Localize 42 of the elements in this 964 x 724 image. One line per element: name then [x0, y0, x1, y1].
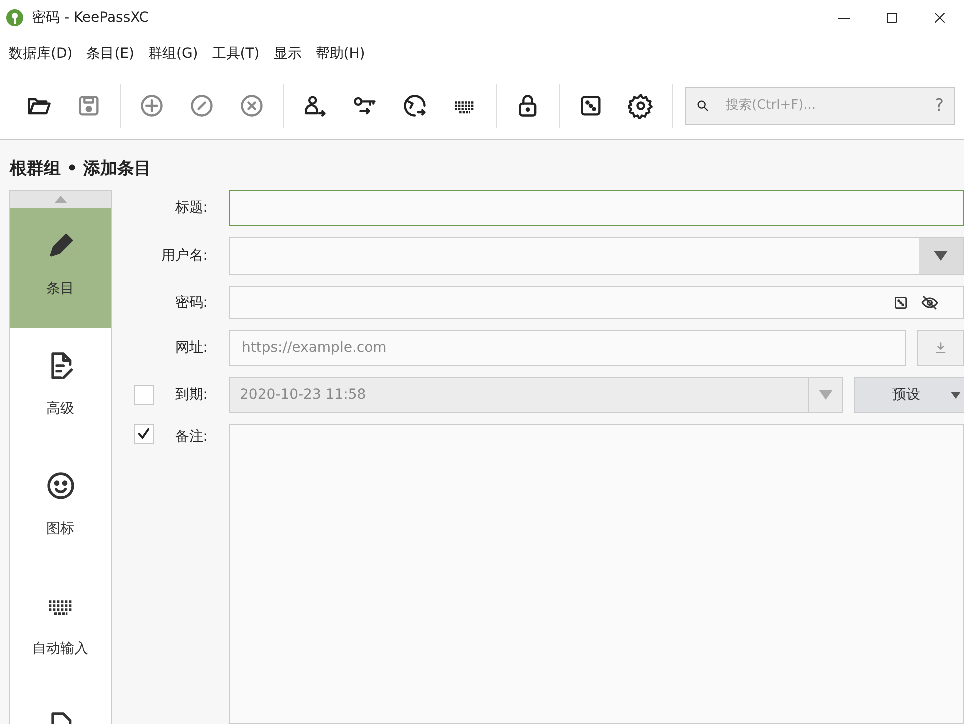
menu-item[interactable]: 帮助(H): [308, 41, 372, 67]
delete-icon: [239, 92, 265, 118]
field-label: 备注:: [174, 428, 209, 446]
notes-field[interactable]: [229, 424, 964, 724]
sidebar-item-label: 高级: [46, 400, 74, 418]
sidebar-item-label: 条目: [46, 280, 74, 298]
eye-slash-icon: [921, 294, 939, 312]
smiley-icon: [44, 470, 76, 502]
sidebar-item-label: 图标: [46, 520, 74, 538]
app-logo-icon: [6, 9, 24, 27]
input-field[interactable]: [229, 237, 964, 275]
menu-item[interactable]: 条目(E): [80, 41, 142, 67]
menu-item[interactable]: 数据库(D): [2, 41, 80, 67]
search-icon: [696, 98, 710, 112]
field-label: 标题:: [174, 199, 209, 217]
field-label: 用户名:: [160, 247, 209, 265]
search-field[interactable]: 搜索(Ctrl+F)... ?: [685, 86, 955, 124]
preset-button[interactable]: 预设: [854, 377, 964, 413]
menu-item[interactable]: 工具(T): [205, 41, 267, 67]
help-icon[interactable]: ?: [934, 96, 944, 116]
field-label: 网址:: [174, 339, 209, 357]
field-label: 到期:: [174, 386, 209, 404]
sidebar-item-label: 自动输入: [32, 640, 88, 658]
menu-item[interactable]: 显示: [266, 41, 309, 67]
field-label: 密码:: [174, 294, 209, 312]
settings-icon: [628, 92, 654, 118]
window-title: 密码 - KeePassXC: [32, 9, 150, 27]
globe-arrow-icon: [402, 92, 428, 118]
checkmark-icon: [136, 426, 152, 442]
menu-item[interactable]: 群组(G): [142, 41, 206, 67]
checkbox[interactable]: [134, 424, 154, 444]
pencil-circle-icon: [189, 92, 215, 118]
checkbox[interactable]: [134, 385, 154, 405]
breadcrumb: 根群组 • 添加条目: [8, 158, 153, 181]
scroll-up-button[interactable]: [10, 191, 111, 208]
dropdown-button[interactable]: [919, 238, 963, 274]
sidebar-item[interactable]: 条目: [10, 208, 111, 328]
add-icon: [139, 92, 165, 118]
input-field[interactable]: https://example.com: [229, 330, 906, 366]
input-field[interactable]: [229, 286, 964, 319]
input-field[interactable]: [229, 190, 964, 226]
dice-icon: [893, 294, 909, 310]
